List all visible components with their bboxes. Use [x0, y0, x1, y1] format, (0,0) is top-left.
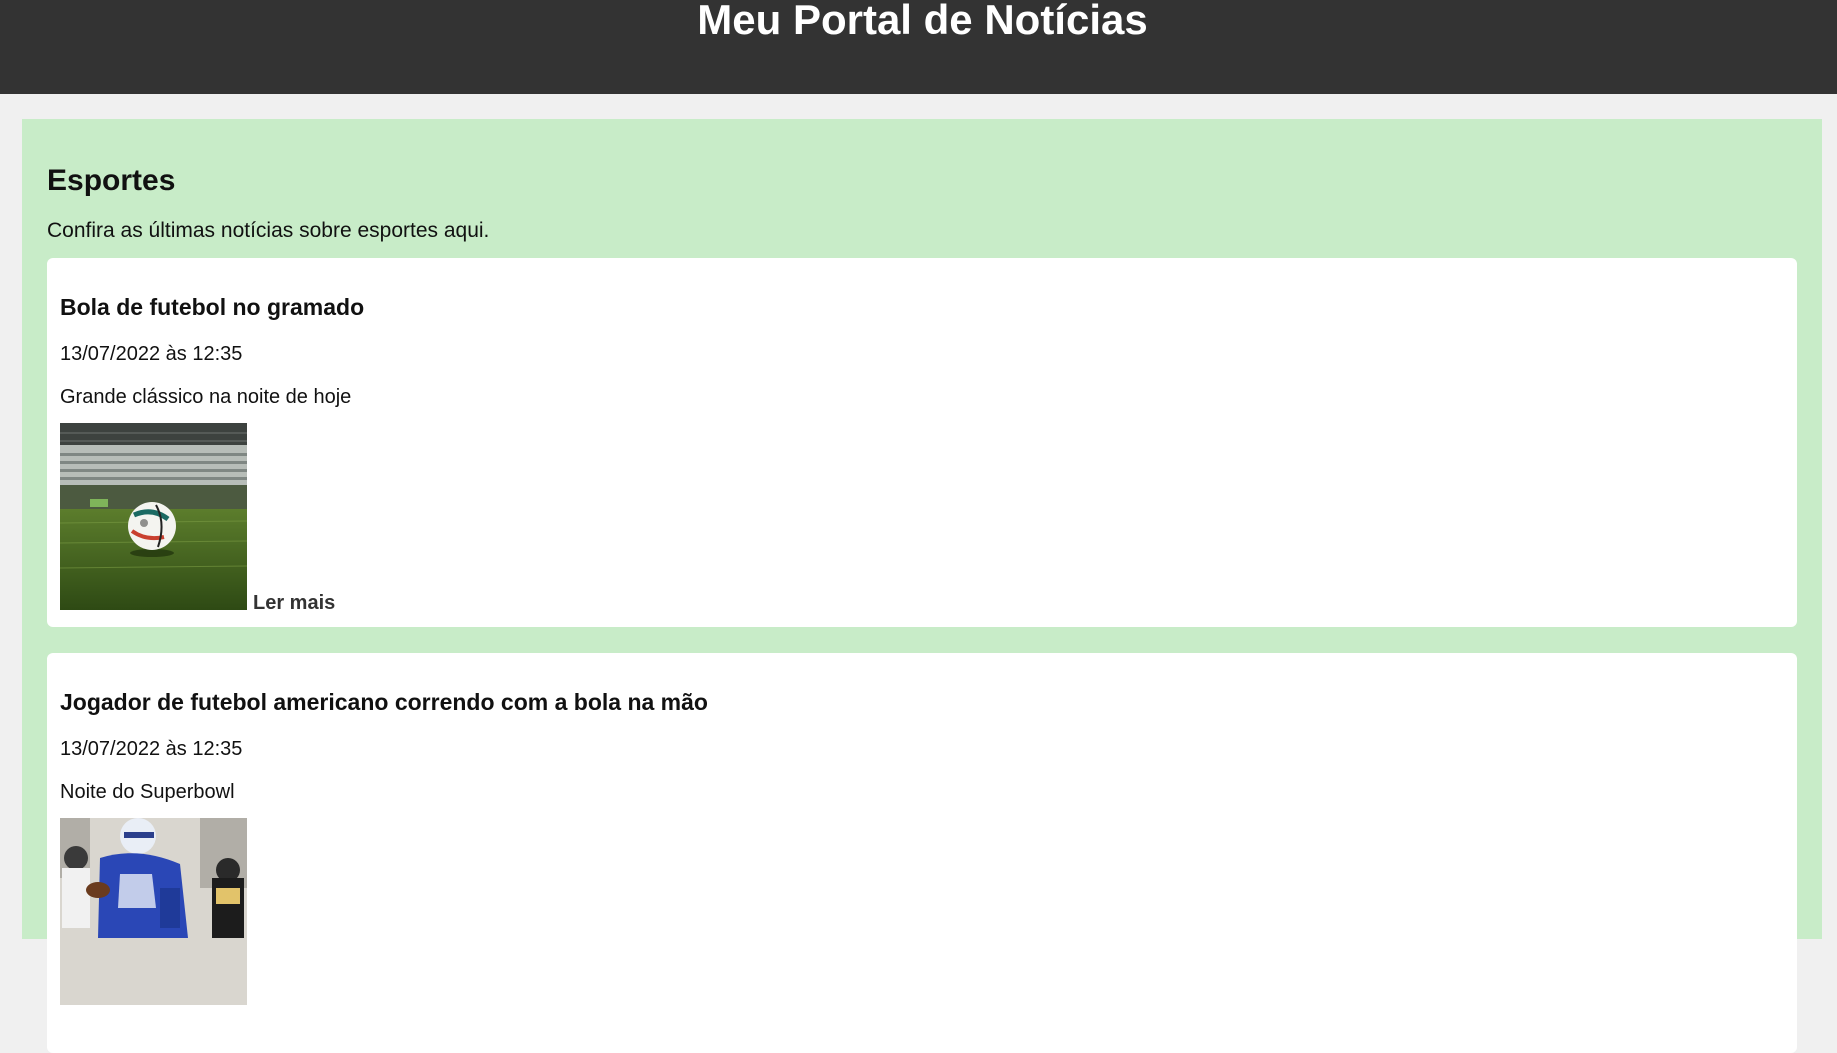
- news-summary: Noite do Superbowl: [60, 781, 235, 803]
- news-card: Bola de futebol no gramado 13/07/2022 às…: [47, 258, 1797, 627]
- news-summary: Grande clássico na noite de hoje: [60, 386, 352, 408]
- read-more-link[interactable]: Ler mais: [253, 591, 335, 615]
- soccer-ball-image[interactable]: [60, 423, 247, 610]
- news-title[interactable]: Bola de futebol no gramado: [60, 293, 364, 321]
- news-card: Jogador de futebol americano correndo co…: [47, 653, 1797, 1053]
- news-date: 13/07/2022 às 12:35: [60, 738, 243, 760]
- section-description: Confira as últimas notícias sobre esport…: [47, 219, 490, 242]
- sports-section: Esportes Confira as últimas notícias sob…: [22, 119, 1822, 1053]
- site-header: Meu Portal de Notícias: [0, 0, 1837, 94]
- american-football-player-image[interactable]: [60, 818, 247, 1005]
- section-title: Esportes: [47, 164, 176, 197]
- news-title[interactable]: Jogador de futebol americano correndo co…: [60, 688, 708, 716]
- site-title: Meu Portal de Notícias: [697, 0, 1148, 43]
- news-date: 13/07/2022 às 12:35: [60, 343, 243, 365]
